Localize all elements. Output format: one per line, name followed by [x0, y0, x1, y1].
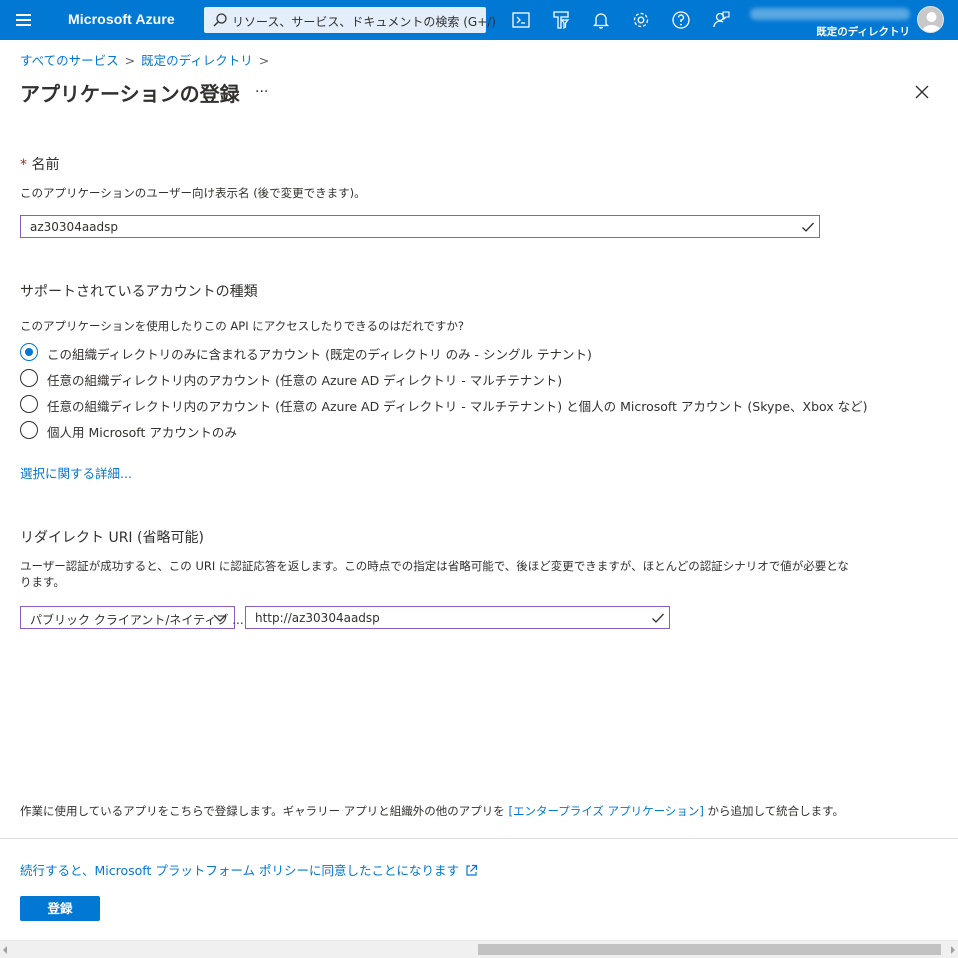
brand-title[interactable]: Microsoft Azure — [68, 11, 175, 27]
chevron-right-icon: > — [124, 53, 136, 68]
radio-label: 任意の組織ディレクトリ内のアカウント (任意の Azure AD ディレクトリ … — [47, 399, 868, 414]
scrollbar-thumb[interactable] — [478, 944, 941, 955]
account-email-blurred — [750, 8, 910, 20]
redirect-uri-field[interactable]: http://az30304aadsp — [245, 606, 670, 629]
radio-selected[interactable] — [20, 343, 38, 361]
help-icon[interactable] — [669, 8, 693, 32]
breadcrumb-all-services[interactable]: すべてのサービス — [20, 53, 119, 68]
account-types-question: このアプリケーションを使用したりこの API にアクセスしたりできるのはだれです… — [20, 319, 464, 333]
search-icon — [213, 13, 227, 27]
external-link-icon — [466, 864, 478, 876]
selection-details-link[interactable]: 選択に関する詳細... — [20, 463, 132, 482]
platform-dropdown[interactable]: パブリック クライアント/ネイティブ ... — [20, 606, 244, 629]
scroll-right-arrow-icon[interactable] — [951, 946, 955, 954]
search-input[interactable]: リソース、サービス、ドキュメントの検索 (G+/) — [204, 7, 496, 33]
settings-icon[interactable] — [629, 8, 653, 32]
radio-unselected[interactable] — [20, 421, 38, 439]
radio-unselected[interactable] — [20, 369, 38, 387]
notifications-icon[interactable] — [589, 8, 613, 32]
required-mark: * — [20, 157, 27, 173]
note-prefix: 作業に使用しているアプリをこちらで登録します。ギャラリー アプリと組織外の他のア… — [20, 804, 509, 818]
more-options-button[interactable]: ··· — [255, 84, 268, 100]
account-menu[interactable]: 既定のディレクトリ — [750, 4, 950, 38]
radio-label: この組織ディレクトリのみに含まれるアカウント (既定のディレクトリ のみ - シ… — [47, 347, 592, 362]
radio-label: 任意の組織ディレクトリ内のアカウント (任意の Azure AD ディレクトリ … — [47, 373, 563, 388]
close-icon[interactable] — [912, 82, 932, 102]
enterprise-apps-note: 作業に使用しているアプリをこちらで登録します。ギャラリー アプリと組織外の他のア… — [20, 803, 844, 819]
redirect-uri-value: http://az30304aadsp — [255, 611, 380, 625]
cloud-shell-icon[interactable] — [509, 8, 533, 32]
enterprise-apps-link[interactable]: [エンタープライズ アプリケーション] — [508, 804, 703, 818]
register-button[interactable]: 登録 — [20, 896, 100, 921]
avatar[interactable] — [917, 6, 944, 33]
note-suffix: から追加して統合します。 — [703, 804, 845, 818]
search-placeholder: リソース、サービス、ドキュメントの検索 (G+/) — [232, 15, 496, 29]
platform-policy-text[interactable]: 続行すると、Microsoft プラットフォーム ポリシーに同意したことになりま… — [20, 863, 459, 878]
horizontal-scrollbar[interactable] — [0, 940, 958, 958]
check-icon — [802, 222, 814, 232]
account-types-heading: サポートされているアカウントの種類 — [20, 284, 258, 300]
check-icon — [652, 613, 664, 623]
footer-divider — [0, 838, 958, 839]
top-navigation-bar: Microsoft Azure リソース、サービス、ドキュメントの検索 (G+/… — [0, 0, 958, 40]
radio-label: 個人用 Microsoft アカウントのみ — [47, 425, 237, 440]
chevron-down-icon — [213, 614, 227, 622]
directory-name: 既定のディレクトリ — [816, 26, 910, 38]
breadcrumb: すべてのサービス > 既定のディレクトリ > — [20, 50, 275, 69]
name-value: az30304aadsp — [30, 220, 119, 234]
redirect-uri-description-line1: ユーザー認証が成功すると、この URI に認証応答を返します。この時点での指定は… — [20, 559, 849, 573]
chevron-right-icon: > — [258, 53, 270, 68]
name-description: このアプリケーションのユーザー向け表示名 (後で変更できます)。 — [20, 186, 366, 200]
scroll-left-arrow-icon[interactable] — [3, 946, 7, 954]
radio-unselected[interactable] — [20, 395, 38, 413]
name-label: * 名前 — [20, 154, 59, 174]
platform-policy-link[interactable]: 続行すると、Microsoft プラットフォーム ポリシーに同意したことになりま… — [20, 860, 478, 879]
name-label-text: 名前 — [31, 157, 60, 173]
redirect-uri-description-line2: ります。 — [20, 575, 65, 589]
name-field[interactable]: az30304aadsp — [20, 215, 820, 238]
hamburger-icon[interactable] — [12, 10, 36, 30]
directory-filter-icon[interactable] — [549, 8, 573, 32]
breadcrumb-default-directory[interactable]: 既定のディレクトリ — [141, 53, 253, 68]
page-title: アプリケーションの登録 — [20, 82, 240, 106]
feedback-icon[interactable] — [709, 8, 733, 32]
redirect-uri-heading: リダイレクト URI (省略可能) — [20, 530, 204, 546]
